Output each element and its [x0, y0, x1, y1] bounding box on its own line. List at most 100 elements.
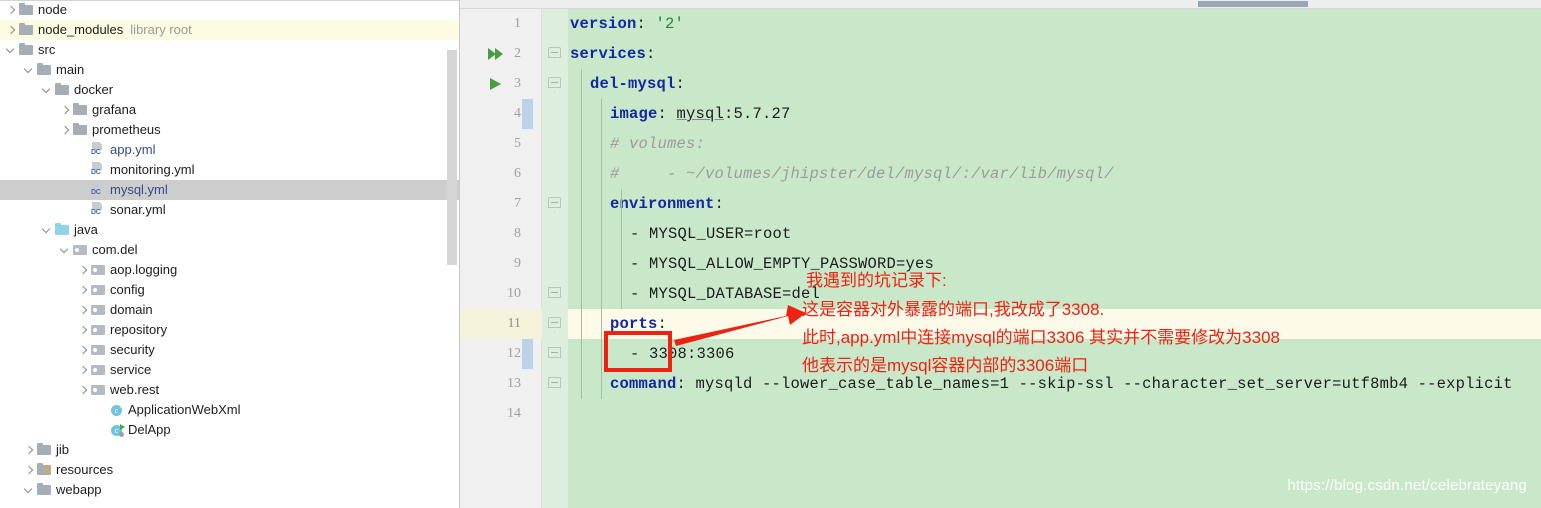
- tree-item-security[interactable]: security: [0, 340, 459, 360]
- code-fold-toggle[interactable]: [548, 309, 562, 339]
- code-fold-toggle[interactable]: [548, 279, 562, 309]
- code-line[interactable]: environment:: [610, 189, 724, 219]
- tree-item-repository[interactable]: repository: [0, 320, 459, 340]
- code-line[interactable]: # volumes:: [610, 129, 705, 159]
- run-service-icon[interactable]: [488, 69, 506, 99]
- chevron-right-icon[interactable]: [77, 260, 90, 280]
- code-line[interactable]: - MYSQL_ALLOW_EMPTY_PASSWORD=yes: [630, 249, 934, 279]
- code-line[interactable]: version: '2': [570, 9, 684, 39]
- fold-tail-icon: [551, 327, 558, 332]
- code-line[interactable]: del-mysql:: [590, 69, 685, 99]
- editor-horizontal-scrollbar-track[interactable]: [460, 0, 1541, 9]
- chevron-down-icon[interactable]: [23, 60, 36, 80]
- tree-item-label: security: [110, 342, 155, 357]
- tree-item-sonar-yml[interactable]: DC sonar.yml: [0, 200, 459, 220]
- tree-item-label: domain: [110, 302, 153, 317]
- editor-fold-strip[interactable]: [542, 9, 568, 508]
- code-fold-toggle[interactable]: [548, 39, 562, 69]
- chevron-down-icon[interactable]: [41, 80, 54, 100]
- chevron-right-icon[interactable]: [77, 380, 90, 400]
- tree-item-app-yml[interactable]: DC app.yml: [0, 140, 459, 160]
- tree-item-resources[interactable]: resources: [0, 460, 459, 480]
- indent-guide: [621, 189, 622, 309]
- tree-item-label: grafana: [92, 102, 137, 117]
- tree-scrollbar-thumb[interactable]: [447, 50, 457, 265]
- tree-item-prometheus[interactable]: prometheus: [0, 120, 459, 140]
- code-line[interactable]: ports:: [610, 309, 667, 339]
- chevron-down-icon[interactable]: [59, 240, 72, 260]
- tree-item-src[interactable]: src: [0, 40, 459, 60]
- code-fold-toggle[interactable]: [548, 339, 562, 369]
- tree-item-mysql-yml[interactable]: DC mysql.yml: [0, 180, 459, 200]
- code-token: :: [675, 75, 686, 93]
- code-line[interactable]: - 3308:3306: [630, 339, 735, 369]
- code-fold-toggle[interactable]: [548, 369, 562, 399]
- tree-item-config[interactable]: config: [0, 280, 459, 300]
- tree-item-service[interactable]: service: [0, 360, 459, 380]
- tree-item-webapp[interactable]: webapp: [0, 480, 459, 500]
- fold-box-icon: [548, 47, 561, 58]
- chevron-right-icon[interactable]: [59, 120, 72, 140]
- code-line[interactable]: image: mysql:5.7.27: [610, 99, 791, 129]
- dc-label: DC: [91, 209, 101, 216]
- folder-icon: [54, 80, 71, 100]
- code-line[interactable]: # - ~/volumes/jhipster/del/mysql/:/var/l…: [610, 159, 1114, 189]
- code-token: - 3308:3306: [630, 345, 735, 363]
- tree-item-node-modules[interactable]: node_modules library root: [0, 20, 459, 40]
- chevron-right-icon[interactable]: [5, 20, 18, 40]
- fold-tail-icon: [551, 87, 558, 92]
- chevron-right-icon[interactable]: [59, 100, 72, 120]
- chevron-right-icon[interactable]: [23, 440, 36, 460]
- chevron-right-icon[interactable]: [77, 300, 90, 320]
- runnable-java-class-icon: c: [108, 420, 125, 440]
- editor-horizontal-scrollbar-thumb[interactable]: [1198, 1, 1308, 7]
- tree-item-node[interactable]: node: [0, 0, 459, 20]
- fold-box-icon: [548, 77, 561, 88]
- tree-item-aop-logging[interactable]: aop.logging: [0, 260, 459, 280]
- chevron-right-icon[interactable]: [77, 360, 90, 380]
- tree-item-domain[interactable]: domain: [0, 300, 459, 320]
- tree-item-web-rest[interactable]: web.rest: [0, 380, 459, 400]
- editor-code-area[interactable]: version: '2' services: del-mysql: image: my…: [568, 9, 1541, 508]
- code-token: :: [714, 195, 725, 213]
- tree-scrollbar-track[interactable]: [447, 0, 458, 508]
- tree-item-monitoring-yml[interactable]: DC monitoring.yml: [0, 160, 459, 180]
- chevron-down-icon[interactable]: [41, 220, 54, 240]
- class-letter: c: [114, 406, 119, 415]
- tree-item-com-del[interactable]: com.del: [0, 240, 459, 260]
- tree-item-label: src: [38, 42, 56, 57]
- chevron-down-icon[interactable]: [23, 480, 36, 500]
- code-fold-toggle[interactable]: [548, 69, 562, 99]
- code-line[interactable]: services:: [570, 39, 656, 69]
- chevron-right-icon[interactable]: [77, 280, 90, 300]
- code-line[interactable]: - MYSQL_USER=root: [630, 219, 792, 249]
- code-line[interactable]: command: mysqld --lower_case_table_names…: [610, 369, 1513, 399]
- tree-item-docker[interactable]: docker: [0, 80, 459, 100]
- run-all-services-icon[interactable]: [488, 39, 506, 69]
- code-fold-toggle[interactable]: [548, 189, 562, 219]
- chevron-right-icon[interactable]: [77, 320, 90, 340]
- chevron-right-icon[interactable]: [5, 0, 18, 20]
- chevron-right-icon[interactable]: [77, 340, 90, 360]
- tree-item-main[interactable]: main: [0, 60, 459, 80]
- code-token: mysql: [676, 105, 725, 123]
- tree-item-delapp[interactable]: c DelApp: [0, 420, 459, 440]
- project-tree-panel[interactable]: node node_modules library root src main docke…: [0, 0, 460, 508]
- chevron-right-icon[interactable]: [23, 460, 36, 480]
- dc-label: DC: [91, 189, 101, 196]
- chevron-down-icon[interactable]: [5, 40, 18, 60]
- tree-item-grafana[interactable]: grafana: [0, 100, 459, 120]
- code-token: del-mysql: [590, 75, 676, 93]
- tree-item-applicationwebxml[interactable]: c ApplicationWebXml: [0, 400, 459, 420]
- fold-tail-icon: [551, 207, 558, 212]
- project-tree-list[interactable]: node node_modules library root src main docke…: [0, 0, 459, 500]
- tree-item-java[interactable]: java: [0, 220, 459, 240]
- folder-icon: [18, 20, 35, 40]
- tree-item-label: config: [110, 282, 145, 297]
- code-line[interactable]: - MYSQL_DATABASE=del: [630, 279, 820, 309]
- tree-item-jib[interactable]: jib: [0, 440, 459, 460]
- vcs-change-marker[interactable]: [522, 99, 533, 129]
- code-editor[interactable]: 1 2 3 4 5 6 7 8 9 10 11 12 13 14 version: '2' services…: [460, 0, 1541, 508]
- vcs-change-marker[interactable]: [522, 339, 533, 369]
- tree-item-label: DelApp: [128, 422, 171, 437]
